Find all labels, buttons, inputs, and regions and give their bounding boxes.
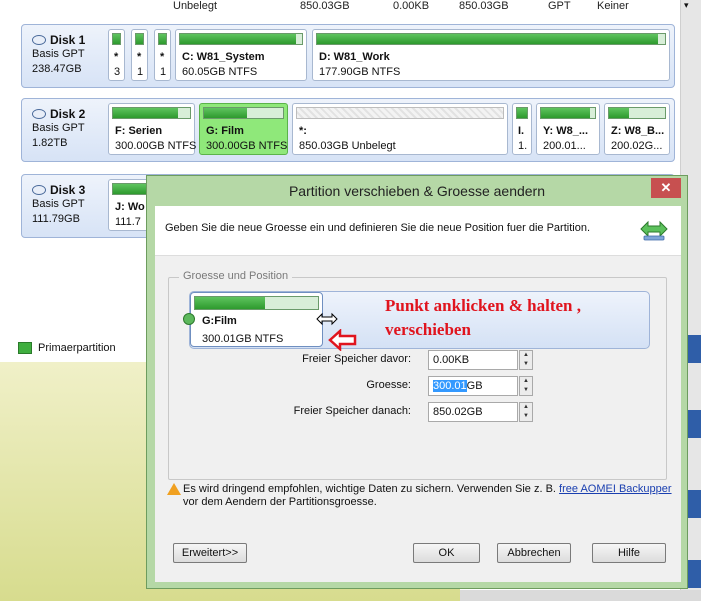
partition-position-track[interactable]: G:Film 300.01GB NTFS Punkt anklicken & h… [183, 291, 650, 349]
legend-label: Primaerpartition [38, 342, 116, 354]
annotation-arrow-icon [328, 329, 357, 351]
partition-d-work[interactable]: D: W81_Work 177.90GB NTFS [312, 29, 670, 81]
disk-icon [32, 185, 46, 195]
disk-icon [32, 109, 46, 119]
free-after-row: Freier Speicher danach: 850.02GB ▲ ▼ [155, 402, 681, 422]
disk-size: 238.47GB [32, 63, 82, 75]
partition-block[interactable]: I. 1. [512, 103, 532, 155]
table-cell: Unbelegt [173, 0, 218, 12]
move-resize-dialog: Partition verschieben & Groesse aendern … [146, 175, 688, 589]
partition-g-film[interactable]: G: Film 300.00GB NTFS [199, 103, 288, 155]
scroll-down-icon[interactable]: ▾ [684, 0, 689, 11]
background-strip [460, 590, 701, 601]
close-button[interactable]: ✕ [651, 178, 681, 198]
spin-up-icon: ▲ [523, 352, 529, 358]
disk-name: Disk 1 [50, 33, 86, 47]
left-resize-handle[interactable] [183, 313, 195, 325]
field-label: Freier Speicher davor: [302, 353, 411, 365]
advanced-button[interactable]: Erweitert>> [173, 543, 247, 563]
close-icon: ✕ [660, 180, 672, 195]
primary-partition-swatch [18, 342, 32, 354]
partition-size: 300.01GB NTFS [202, 333, 284, 345]
warning-text: Es wird dringend empfohlen, wichtige Dat… [183, 483, 556, 495]
free-before-input[interactable]: 0.00KB [428, 350, 518, 370]
table-cell: 850.03GB [300, 0, 350, 12]
warning-icon [167, 483, 181, 495]
partition-block[interactable]: * 1 [131, 29, 148, 81]
header-instruction: Geben Sie die neue Groesse ein und defin… [165, 222, 591, 234]
partition-c-system[interactable]: C: W81_System 60.05GB NTFS [175, 29, 307, 81]
partition-block[interactable]: * 3 [108, 29, 125, 81]
free-after-input[interactable]: 850.02GB [428, 402, 518, 422]
dialog-header: Geben Sie die neue Groesse ein und defin… [155, 206, 681, 256]
disk-row-1[interactable]: Disk 1 Basis GPT 238.47GB * 3 * 1 * 1 C: W8… [21, 24, 675, 88]
field-label: Groesse: [366, 379, 411, 391]
disk-icon [32, 35, 46, 45]
spin-up-icon: ▲ [523, 378, 529, 384]
legend: Primaerpartition [18, 338, 148, 358]
partition-unallocated[interactable]: *: 850.03GB Unbelegt [292, 103, 508, 155]
dialog-title: Partition verschieben & Groesse aendern [288, 183, 546, 199]
disk-type: Basis GPT [32, 48, 85, 60]
spin-down-icon: ▼ [523, 361, 529, 367]
table-cell: 850.03GB [459, 0, 509, 12]
size-row: Groesse: 300.01GB ▲ ▼ [155, 376, 681, 396]
draggable-partition[interactable]: G:Film 300.01GB NTFS [190, 292, 323, 347]
spin-up-icon: ▲ [523, 404, 529, 410]
used-space-bar [195, 297, 266, 309]
free-before-row: Freier Speicher davor: 0.00KB ▲ ▼ [155, 350, 681, 370]
disk-row-2[interactable]: Disk 2 Basis GPT 1.82TB F: Serien 300.00G… [21, 98, 675, 162]
free-after-spinner[interactable]: ▲ ▼ [519, 402, 533, 422]
partition-block[interactable]: * 1 [154, 29, 171, 81]
partition-name: G:Film [202, 315, 237, 327]
ok-button[interactable]: OK [413, 543, 480, 563]
background-window-edge [687, 410, 701, 438]
background-window-edge [687, 335, 701, 363]
table-cell: GPT [548, 0, 571, 12]
move-resize-icon [640, 220, 668, 241]
field-label: Freier Speicher danach: [293, 405, 411, 417]
background-window-edge [687, 560, 701, 588]
size-spinner[interactable]: ▲ ▼ [519, 376, 533, 396]
partition-z-w8b[interactable]: Z: W8_B... 200.02G... [604, 103, 670, 155]
disk-size: 1.82TB [32, 137, 68, 149]
background-window-edge [687, 490, 701, 518]
annotation-text: Punkt anklicken & halten , verschieben [385, 296, 582, 339]
resize-cursor-icon [316, 312, 338, 326]
disk-type: Basis GPT [32, 198, 85, 210]
partition-f-serien[interactable]: F: Serien 300.00GB NTFS [108, 103, 196, 155]
free-before-spinner[interactable]: ▲ ▼ [519, 350, 533, 370]
help-button[interactable]: Hilfe [592, 543, 666, 563]
table-cell: 0.00KB [393, 0, 430, 12]
partition-y-w8[interactable]: Y: W8_... 200.01... [536, 103, 600, 155]
spin-down-icon: ▼ [523, 387, 529, 393]
cancel-button[interactable]: Abbrechen [497, 543, 571, 563]
spin-down-icon: ▼ [523, 413, 529, 419]
dialog-body: Groesse und Position G:Film 300.01GB NTF… [155, 256, 681, 582]
warning-text: vor dem Aendern der Partitionsgroesse. [183, 496, 377, 508]
group-label: Groesse und Position [179, 270, 293, 282]
disk-name: Disk 3 [50, 183, 86, 197]
disk-name: Disk 2 [50, 107, 86, 121]
disk-size: 111.79GB [32, 213, 80, 225]
table-cell: Keiner [597, 0, 629, 12]
size-input[interactable]: 300.01GB [428, 376, 518, 396]
disk-type: Basis GPT [32, 122, 85, 134]
backupper-link[interactable]: free AOMEI Backupper [559, 483, 672, 495]
